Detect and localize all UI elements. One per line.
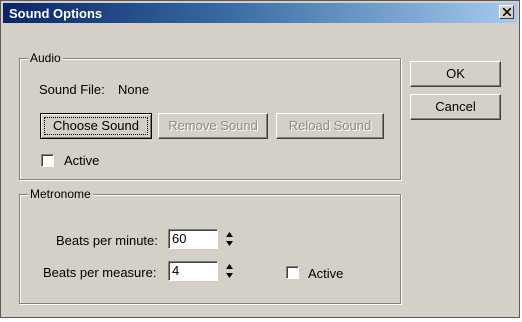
sound-file-label: Sound File: (39, 82, 105, 97)
window-title: Sound Options (9, 6, 103, 21)
reload-sound-label: Reload Sound (288, 118, 372, 133)
spinner-arrows-icon (226, 264, 233, 278)
close-icon (503, 8, 511, 16)
bpm-spinner[interactable] (224, 230, 235, 248)
audio-active-checkbox[interactable] (41, 154, 54, 167)
metronome-active-checkbox[interactable] (286, 266, 299, 279)
bpmeasure-value: 4 (172, 263, 180, 278)
metronome-group: Metronome (19, 187, 401, 304)
bpm-value: 60 (172, 231, 187, 246)
ok-button[interactable]: OK (410, 61, 501, 87)
audio-group-label: Audio (28, 51, 63, 65)
choose-sound-label: Choose Sound (52, 118, 139, 133)
cancel-button[interactable]: Cancel (410, 94, 501, 120)
title-bar[interactable]: Sound Options (3, 3, 517, 23)
sound-file-value: None (118, 82, 150, 97)
bpmeasure-input[interactable]: 4 (168, 261, 218, 281)
bpm-label: Beats per minute: (56, 233, 158, 248)
spinner-arrows-icon (226, 232, 233, 246)
close-button[interactable] (499, 5, 514, 19)
bpmeasure-label: Beats per measure: (43, 265, 157, 280)
choose-sound-button[interactable]: Choose Sound (40, 113, 152, 139)
metronome-active-label: Active (308, 266, 344, 281)
bpm-input[interactable]: 60 (168, 229, 218, 249)
bpmeasure-spinner[interactable] (224, 262, 235, 280)
cancel-label: Cancel (435, 99, 476, 114)
remove-sound-label: Remove Sound (168, 118, 258, 133)
ok-label: OK (446, 66, 465, 81)
sound-options-dialog: Sound Options Audio Sound File: None Cho… (0, 0, 520, 318)
reload-sound-button[interactable]: Reload Sound (276, 113, 384, 139)
metronome-group-label: Metronome (28, 187, 93, 201)
audio-active-label: Active (64, 153, 100, 168)
remove-sound-button[interactable]: Remove Sound (158, 113, 268, 139)
